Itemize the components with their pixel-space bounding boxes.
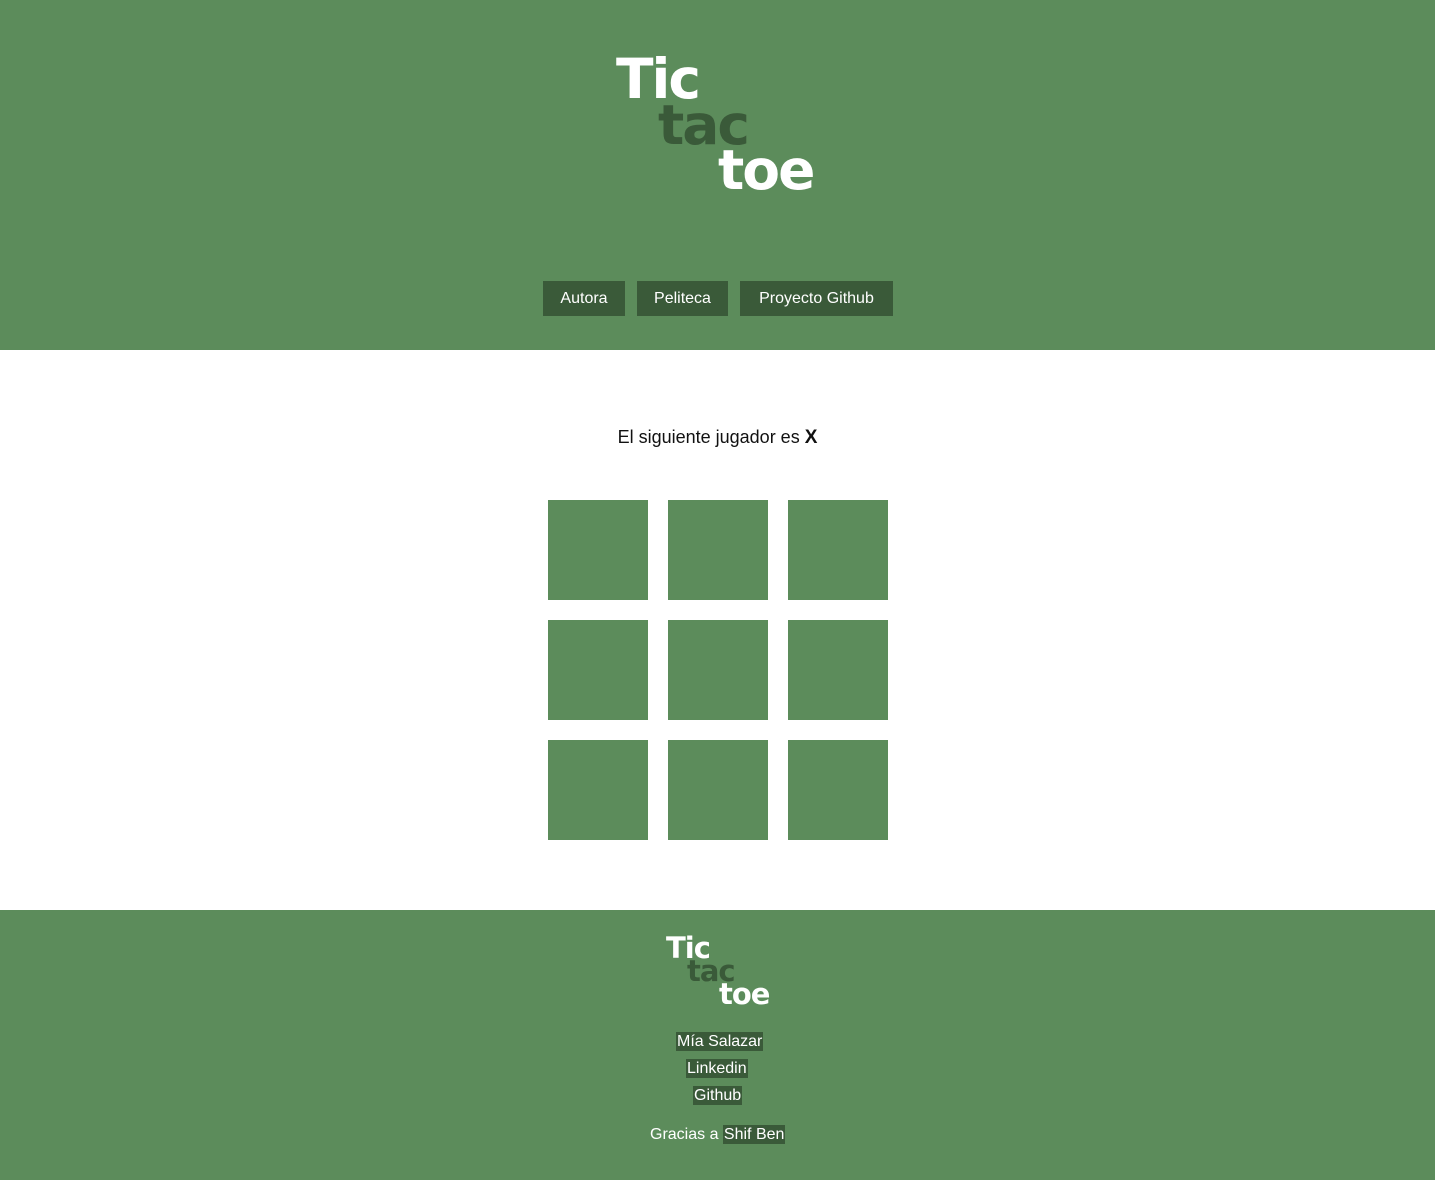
status-text: El siguiente jugador es [617, 427, 800, 447]
footer-thanks: Gracias a Shif Ben [650, 1125, 786, 1144]
footer-author-link[interactable]: Mía Salazar [676, 1032, 764, 1051]
board-cell[interactable] [668, 500, 768, 600]
page-header: Tic tac toe Autora Peliteca Proyecto Git… [0, 0, 1435, 350]
footer-logo-toe: toe [719, 977, 770, 1011]
board-cell[interactable] [788, 740, 888, 840]
board-cell[interactable] [548, 740, 648, 840]
footer-github-link[interactable]: Github [693, 1086, 743, 1105]
thanks-text: Gracias a [650, 1126, 719, 1143]
nav-autora-button[interactable]: Autora [543, 281, 625, 316]
footer-linkedin-link[interactable]: Linkedin [686, 1059, 748, 1078]
board-cell[interactable] [548, 620, 648, 720]
board-cell[interactable] [668, 620, 768, 720]
board-cell[interactable] [668, 740, 768, 840]
nav-peliteca-button[interactable]: Peliteca [637, 281, 728, 316]
board-cell[interactable] [788, 620, 888, 720]
logo-toe: toe [718, 138, 815, 202]
page-footer: Tic tac toe Mía Salazar Linkedin Github … [0, 910, 1435, 1180]
next-player: X [804, 427, 818, 448]
nav-github-project-button[interactable]: Proyecto Github [740, 281, 893, 316]
board-cell[interactable] [788, 500, 888, 600]
game-status: El siguiente jugador es X [0, 427, 1435, 449]
thanks-credit-link[interactable]: Shif Ben [722, 1125, 786, 1144]
board-cell[interactable] [548, 500, 648, 600]
